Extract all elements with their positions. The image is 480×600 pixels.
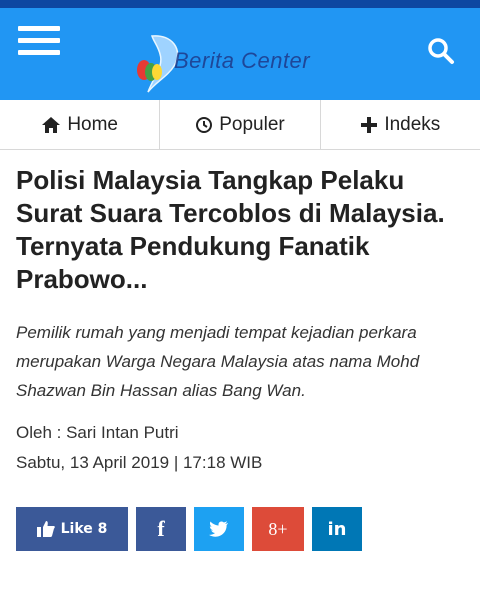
thumbs-up-icon	[36, 521, 55, 537]
twitter-share-button[interactable]	[194, 507, 244, 551]
app-header: Berita Center	[0, 8, 480, 100]
article-author: Oleh : Sari Intan Putri	[16, 423, 179, 442]
site-logo[interactable]: Berita Center	[130, 26, 360, 96]
nav-item-home[interactable]: Home	[0, 100, 161, 149]
facebook-icon: f	[157, 516, 165, 541]
nav-item-populer[interactable]: Populer	[160, 100, 321, 149]
search-icon[interactable]	[424, 34, 458, 68]
linkedin-share-button[interactable]: in	[312, 507, 362, 551]
nav-label-indeks: Indeks	[384, 113, 441, 135]
plus-icon	[361, 116, 378, 133]
article-title: Polisi Malaysia Tangkap Pelaku Surat Sua…	[16, 165, 445, 294]
like-button[interactable]: Like 8	[16, 507, 128, 551]
brand-name: Berita Center	[174, 48, 311, 73]
clock-icon	[196, 116, 213, 133]
facebook-share-button[interactable]: f	[136, 507, 186, 551]
top-nav: Home Populer Indeks	[0, 100, 480, 150]
googleplus-icon: 8+	[268, 518, 288, 539]
nav-item-indeks[interactable]: Indeks	[321, 100, 480, 149]
linkedin-icon: in	[327, 518, 347, 540]
share-bar: Like 8 f 8+ in	[16, 507, 370, 551]
nav-label-home: Home	[67, 113, 118, 135]
twitter-icon	[209, 521, 228, 537]
article-summary: Pemilik rumah yang menjadi tempat kejadi…	[16, 323, 420, 400]
like-label: Like 8	[60, 521, 108, 537]
nav-label-populer: Populer	[219, 113, 285, 135]
status-bar	[0, 0, 480, 8]
article-date: Sabtu, 13 April 2019 | 17:18 WIB	[16, 453, 263, 472]
hamburger-icon[interactable]	[18, 26, 60, 62]
googleplus-share-button[interactable]: 8+	[252, 507, 304, 551]
home-icon	[42, 116, 61, 133]
